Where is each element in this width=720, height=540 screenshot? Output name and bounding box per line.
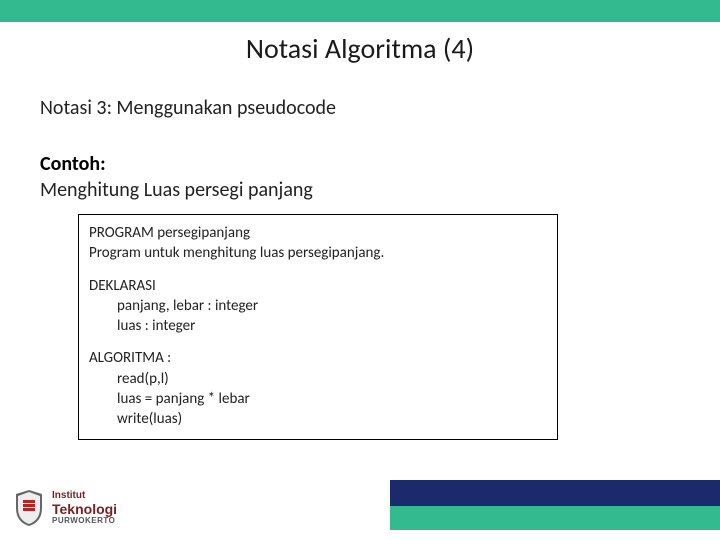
code-text: persegipanjang (157, 224, 250, 242)
institution-logo: Institut Teknologi PURWOKERTO (12, 488, 117, 528)
code-line: luas : integer (89, 316, 547, 336)
top-accent-bar (0, 0, 720, 22)
code-line: read(p,l) (89, 369, 547, 389)
code-line: PROGRAM persegipanjang (89, 223, 547, 243)
slide-title: Notasi Algoritma (4) (246, 31, 474, 66)
slide-title-area: Notasi Algoritma (4) (0, 22, 720, 74)
footer-bar-teal (390, 506, 720, 530)
code-keyword: PROGRAM (89, 224, 154, 242)
logo-mark-icon (12, 488, 46, 528)
code-line: panjang, lebar : integer (89, 296, 547, 316)
code-line: write(luas) (89, 409, 547, 429)
code-line: Program untuk menghitung luas persegipan… (89, 243, 547, 263)
footer-bar-navy (390, 480, 720, 506)
code-section-header: DEKLARASI (89, 276, 547, 296)
example-label: Contoh: (40, 152, 106, 176)
example-description: Menghitung Luas persegi panjang (40, 178, 313, 202)
code-section-header: ALGORITMA : (89, 348, 547, 368)
slide: Notasi Algoritma (4) Notasi 3: Menggunak… (0, 0, 720, 540)
code-line: luas = panjang * lebar (89, 389, 547, 409)
subheading-text: Notasi 3: Menggunakan pseudocode (40, 96, 336, 120)
logo-line2: Teknologi (52, 502, 117, 516)
logo-line1: Institut (52, 491, 117, 501)
logo-text: Institut Teknologi PURWOKERTO (52, 491, 117, 525)
logo-line3: PURWOKERTO (52, 517, 117, 525)
pseudocode-box: PROGRAM persegipanjang Program untuk men… (78, 214, 558, 440)
